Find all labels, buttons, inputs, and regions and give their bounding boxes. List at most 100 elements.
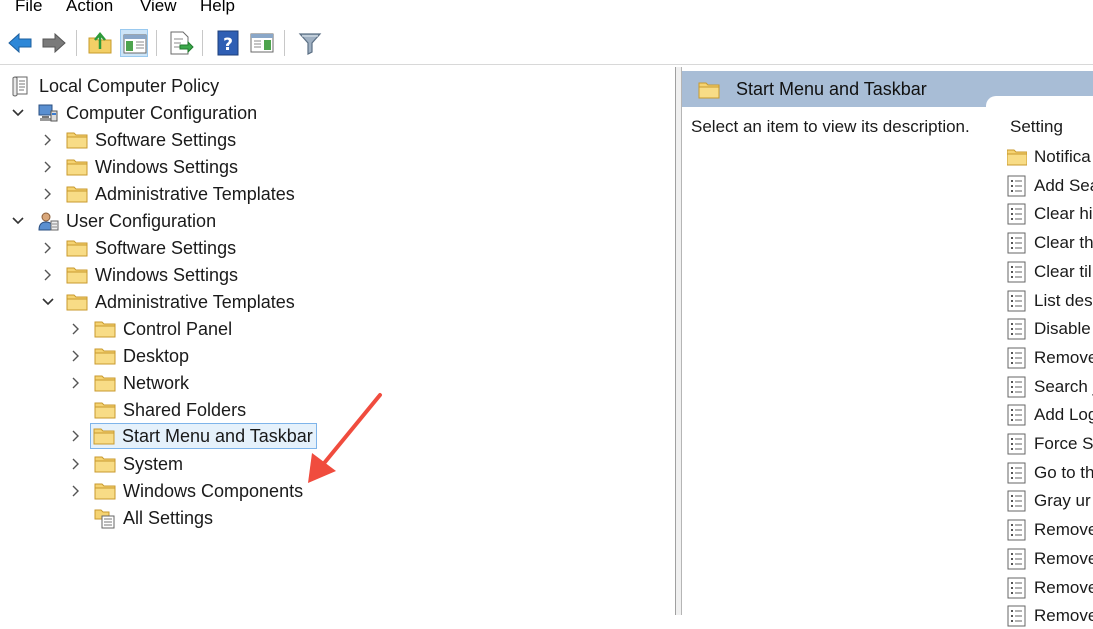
- console-tree: Local Computer Policy Computer Configura…: [0, 67, 676, 615]
- setting-name: Search j: [1034, 376, 1093, 396]
- setting-row[interactable]: Gray ur: [1007, 488, 1091, 514]
- setting-row[interactable]: Remove: [1007, 345, 1093, 371]
- tree-node-software-settings[interactable]: Software Settings: [40, 126, 239, 153]
- chevron-right-icon[interactable]: [68, 483, 84, 499]
- user-icon: [37, 210, 59, 232]
- tree-node-start-menu-and-taskbar[interactable]: Start Menu and Taskbar: [68, 422, 317, 449]
- menu-file[interactable]: File: [15, 0, 42, 17]
- folder-icon: [94, 372, 116, 394]
- folder-icon: [66, 291, 88, 313]
- tree-node-label: Start Menu and Taskbar: [122, 425, 313, 446]
- tree-node-label: Windows Settings: [95, 156, 239, 177]
- tree-node-desktop[interactable]: Desktop: [68, 342, 192, 369]
- chevron-right-icon[interactable]: [68, 456, 84, 472]
- policy-setting-icon: [1007, 548, 1027, 570]
- setting-row[interactable]: Add Log: [1007, 402, 1093, 428]
- menu-bar: File Action View Help: [0, 0, 1093, 20]
- show-hide-tree-icon[interactable]: [120, 29, 148, 57]
- folder-icon: [94, 399, 116, 421]
- setting-row[interactable]: Go to th: [1007, 460, 1093, 486]
- tree-node-windows-settings[interactable]: Windows Settings: [40, 153, 241, 180]
- tree-node-label: Network: [123, 372, 190, 393]
- menu-view[interactable]: View: [140, 0, 177, 17]
- tree-node-network[interactable]: Network: [68, 369, 192, 396]
- folder-icon: [66, 183, 88, 205]
- setting-row-folder[interactable]: Notifica: [1007, 144, 1091, 170]
- chevron-down-icon[interactable]: [40, 294, 56, 310]
- tree-node-administrative-templates[interactable]: Administrative Templates: [40, 288, 298, 315]
- tree-node-label: User Configuration: [66, 210, 217, 231]
- policy-setting-icon: [1007, 433, 1027, 455]
- setting-row[interactable]: Clear th: [1007, 230, 1093, 256]
- forward-icon[interactable]: [40, 29, 68, 57]
- chevron-right-icon[interactable]: [40, 159, 56, 175]
- tree-node-computer-configuration[interactable]: Computer Configuration: [10, 99, 260, 126]
- up-folder-icon[interactable]: [86, 29, 114, 57]
- tree-node-local-computer-policy[interactable]: Local Computer Policy: [10, 72, 222, 99]
- policy-setting-icon: [1007, 519, 1027, 541]
- setting-name: Remove: [1034, 347, 1093, 367]
- chevron-right-icon[interactable]: [68, 428, 84, 444]
- setting-row[interactable]: Remove: [1007, 517, 1093, 543]
- column-header-setting[interactable]: Setting: [1010, 117, 1063, 137]
- tree-node-software-settings[interactable]: Software Settings: [40, 234, 239, 261]
- policy-setting-icon: [1007, 347, 1027, 369]
- tree-node-shared-folders[interactable]: Shared Folders: [68, 396, 249, 423]
- menu-help[interactable]: Help: [200, 0, 235, 17]
- chevron-down-icon[interactable]: [10, 213, 26, 229]
- setting-row[interactable]: Clear hi: [1007, 201, 1093, 227]
- tree-node-system[interactable]: System: [68, 450, 186, 477]
- tree-node-label: Administrative Templates: [95, 183, 295, 204]
- setting-row[interactable]: Search j: [1007, 374, 1093, 400]
- policy-setting-icon: [1007, 203, 1027, 225]
- menu-action[interactable]: Action: [66, 0, 113, 17]
- chevron-right-icon[interactable]: [40, 132, 56, 148]
- chevron-right-icon[interactable]: [68, 375, 84, 391]
- svg-text:?: ?: [223, 35, 233, 55]
- chevron-down-icon[interactable]: [10, 105, 26, 121]
- export-list-icon[interactable]: [166, 29, 194, 57]
- setting-row[interactable]: Add Sea: [1007, 173, 1093, 199]
- setting-row[interactable]: Force St: [1007, 431, 1093, 457]
- help-icon[interactable]: ?: [214, 29, 242, 57]
- tree-node-all-settings[interactable]: All Settings: [68, 504, 216, 531]
- setting-row[interactable]: Clear til: [1007, 259, 1092, 285]
- toolbar-separator: [202, 30, 203, 56]
- folder-icon: [66, 264, 88, 286]
- tree-node-windows-components[interactable]: Windows Components: [68, 477, 306, 504]
- setting-row[interactable]: Disable: [1007, 316, 1091, 342]
- chevron-right-icon[interactable]: [40, 240, 56, 256]
- chevron-right-icon[interactable]: [40, 186, 56, 202]
- tree-node-administrative-templates[interactable]: Administrative Templates: [40, 180, 298, 207]
- tree-node-user-configuration[interactable]: User Configuration: [10, 207, 219, 234]
- setting-name: Clear til: [1034, 261, 1092, 281]
- setting-name: List des: [1034, 290, 1093, 310]
- setting-row[interactable]: Remove: [1007, 575, 1093, 601]
- setting-row[interactable]: List des: [1007, 288, 1093, 314]
- tree-node-label: Windows Settings: [95, 264, 239, 285]
- folder-icon: [94, 345, 116, 367]
- folder-icon: [94, 318, 116, 340]
- chevron-right-icon[interactable]: [68, 321, 84, 337]
- back-icon[interactable]: [6, 29, 34, 57]
- chevron-right-icon[interactable]: [68, 348, 84, 364]
- tree-node-windows-settings[interactable]: Windows Settings: [40, 261, 241, 288]
- setting-row[interactable]: Remove: [1007, 546, 1093, 572]
- setting-row[interactable]: Remove: [1007, 603, 1093, 629]
- folder-icon: [66, 156, 88, 178]
- policy-setting-icon: [1007, 404, 1027, 426]
- folder-icon: [94, 453, 116, 475]
- computer-icon: [37, 102, 59, 124]
- setting-name: Remove: [1034, 520, 1093, 540]
- show-action-pane-icon[interactable]: [248, 29, 276, 57]
- header-tab-notch: [986, 96, 1093, 107]
- folder-icon: [698, 79, 720, 101]
- policy-setting-icon: [1007, 318, 1027, 340]
- policy-setting-icon: [1007, 605, 1027, 627]
- filter-icon[interactable]: [296, 29, 324, 57]
- tree-node-label: Administrative Templates: [95, 291, 295, 312]
- tree-node-control-panel[interactable]: Control Panel: [68, 315, 235, 342]
- tree-node-label: System: [123, 453, 184, 474]
- chevron-right-icon[interactable]: [40, 267, 56, 283]
